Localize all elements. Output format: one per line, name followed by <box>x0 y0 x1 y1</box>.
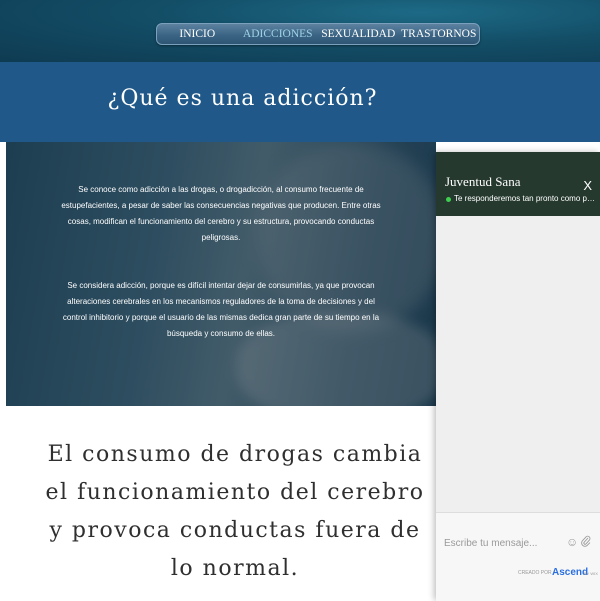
nav-item-trastornos[interactable]: TRASTORNOS <box>399 24 480 44</box>
online-status-icon <box>446 197 451 202</box>
chat-message-input[interactable] <box>444 535 562 551</box>
hero-image-section: Se conoce como adicción a las drogas, o … <box>6 142 436 406</box>
paperclip-icon[interactable] <box>581 535 591 550</box>
ascend-logo[interactable]: Ascend <box>552 567 588 578</box>
chat-header: Juventud Sana X Te responderemos tan pro… <box>436 152 600 216</box>
addiction-paragraph: Se considera adicción, porque es difícil… <box>62 281 380 338</box>
top-header: INICIO ADICCIONES SEXUALIDAD TRASTORNOS <box>0 0 600 62</box>
close-icon[interactable]: X <box>583 178 592 193</box>
main-nav: INICIO ADICCIONES SEXUALIDAD TRASTORNOS <box>156 23 480 45</box>
ascend-logo-sub: BY WIX <box>584 571 598 576</box>
chat-widget: Juventud Sana X Te responderemos tan pro… <box>436 152 600 601</box>
nav-item-inicio[interactable]: INICIO <box>157 24 238 44</box>
chat-status-text: Te responderemos tan pronto como poda... <box>454 194 596 203</box>
statement-heading: El consumo de drogas cambia el funcionam… <box>45 442 425 581</box>
intro-paragraph: Se conoce como adicción a las drogas, o … <box>61 185 381 242</box>
page-title: ¿Qué es una adicción? <box>107 86 378 111</box>
smiley-icon[interactable]: ☺ <box>566 535 578 549</box>
nav-item-sexualidad[interactable]: SEXUALIDAD <box>318 24 399 44</box>
chat-business-name: Juventud Sana <box>445 174 521 189</box>
powered-by-label: CREADO POR <box>518 570 552 576</box>
nav-item-adicciones[interactable]: ADICCIONES <box>238 24 319 44</box>
chat-compose-area: ☺ CREADO POR Ascend BY WIX <box>436 512 600 601</box>
